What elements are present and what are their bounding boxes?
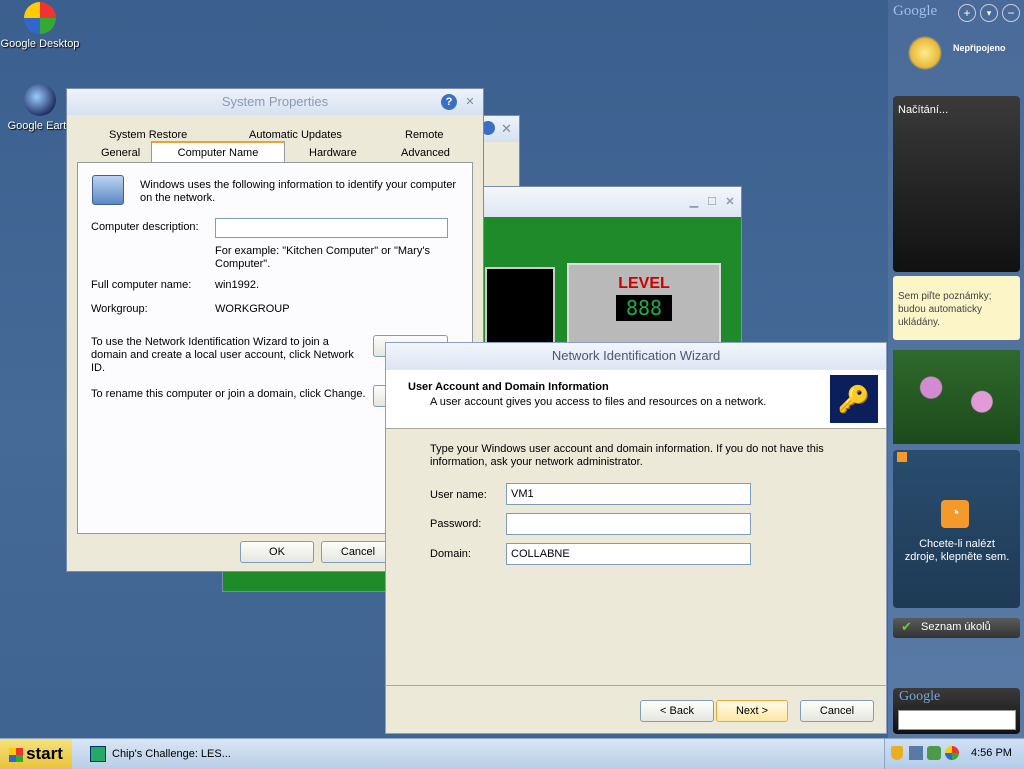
full-computer-name-label: Full computer name:: [91, 279, 192, 291]
close-icon[interactable]: ✕: [722, 194, 738, 210]
loading-text: Načítání...: [898, 104, 949, 116]
minimize-icon[interactable]: ▁: [686, 194, 702, 210]
shield-icon[interactable]: [891, 746, 903, 760]
taskbar-item-chips-challenge[interactable]: Chip's Challenge: LES...: [86, 742, 246, 766]
tab-computer-name[interactable]: Computer Name: [151, 141, 285, 163]
tab-remote[interactable]: Remote: [405, 129, 444, 141]
network-identification-wizard: Network Identification Wizard User Accou…: [385, 342, 887, 734]
tray-app-icon[interactable]: [927, 746, 941, 760]
google-desktop-tray-icon[interactable]: [945, 746, 959, 760]
tab-computer-name-label: Computer Name: [177, 147, 259, 159]
intro-text: Windows uses the following information t…: [140, 179, 457, 204]
back-button[interactable]: < Back: [640, 700, 714, 722]
domain-input[interactable]: COLLABNE: [506, 543, 751, 565]
ok-button[interactable]: OK: [240, 541, 314, 563]
workgroup-value: WORKGROUP: [215, 303, 290, 315]
taskbar: start Chip's Challenge: LES... 4:56 PM: [0, 738, 1024, 769]
photos-gadget[interactable]: [893, 350, 1020, 444]
wizard-header: User Account and Domain Information A us…: [386, 370, 886, 429]
close-icon[interactable]: ✕: [462, 94, 478, 110]
google-desktop-icon: [24, 2, 56, 34]
username-label: User name:: [430, 489, 487, 501]
wizard-divider: [386, 685, 886, 686]
search-gadget: Google: [893, 688, 1020, 734]
tab-automatic-updates[interactable]: Automatic Updates: [249, 129, 342, 141]
feeds-text: Chcete-li nalézt zdroje, klepněte sem.: [904, 538, 1010, 563]
example-text: For example: "Kitchen Computer" or "Mary…: [215, 245, 430, 270]
next-button[interactable]: Next >: [716, 700, 788, 722]
sidebar-brand: Google: [893, 3, 938, 19]
news-gadget[interactable]: Načítání...: [893, 96, 1020, 272]
wizard-title: Network Identification Wizard: [551, 348, 721, 363]
level-display: 888: [616, 295, 672, 321]
close-icon[interactable]: ✕: [501, 116, 512, 142]
dialog-title: System Properties: [221, 94, 329, 109]
computer-description-label: Computer description:: [91, 221, 199, 233]
todo-label: Seznam úkolů: [921, 621, 991, 633]
taskbar-item-label: Chip's Challenge: LES...: [112, 748, 231, 760]
sun-icon: [908, 36, 942, 70]
domain-label: Domain:: [430, 548, 471, 560]
todo-gadget[interactable]: ✔ Seznam úkolů: [893, 618, 1020, 638]
network-icon[interactable]: [909, 746, 923, 760]
system-properties-titlebar[interactable]: System Properties ? ✕: [67, 89, 483, 115]
chips-challenge-icon: [90, 746, 106, 763]
news-feeds-gadget[interactable]: ◔ Chcete-li nalézt zdroje, klepněte sem.: [893, 450, 1020, 608]
add-icon[interactable]: +: [958, 4, 976, 22]
search-input[interactable]: [898, 710, 1016, 730]
level-label: LEVEL: [618, 275, 670, 292]
workgroup-label: Workgroup:: [91, 303, 148, 315]
notes-text: Sem piľte poznámky; budou automaticky uk…: [898, 291, 992, 328]
help-icon[interactable]: ?: [441, 94, 457, 110]
level-panel: LEVEL 888: [567, 263, 721, 351]
computer-icon: [92, 175, 124, 205]
chips-challenge-window: ▁ ☐ ✕ LEVEL 888: [470, 186, 742, 351]
computer-description-input[interactable]: [215, 218, 448, 238]
tab-hardware[interactable]: Hardware: [309, 147, 357, 159]
wizard-header-title: User Account and Domain Information: [408, 381, 609, 393]
system-tray: 4:56 PM: [884, 739, 1024, 769]
network-id-text: To use the Network Identification Wizard…: [91, 336, 354, 374]
sidebar-status: Nepřipojeno: [953, 43, 1006, 53]
start-button[interactable]: start: [0, 739, 72, 769]
wizard-header-subtitle: A user account gives you access to files…: [430, 396, 767, 408]
checkmark-icon: ✔: [901, 619, 912, 634]
cancel-button[interactable]: Cancel: [321, 541, 395, 563]
password-input[interactable]: [506, 513, 751, 535]
cancel-button[interactable]: Cancel: [800, 700, 874, 722]
scratch-pad-gadget[interactable]: Sem piľte poznámky; budou automaticky uk…: [893, 276, 1020, 340]
google-earth-icon: [24, 84, 56, 116]
desktop-icon-google-desktop[interactable]: Google Desktop: [0, 2, 80, 50]
rss-small-icon: [897, 452, 907, 462]
minimize-sidebar-icon[interactable]: −: [1002, 4, 1020, 22]
full-computer-name-value: win1992.: [215, 279, 260, 291]
clock: 4:56 PM: [971, 747, 1012, 759]
wizard-titlebar[interactable]: Network Identification Wizard: [386, 343, 886, 369]
start-label: start: [26, 744, 63, 763]
rename-text: To rename this computer or join a domain…: [91, 388, 366, 400]
menu-icon[interactable]: ▾: [980, 4, 998, 22]
desktop-icon-label: Google Desktop: [0, 38, 80, 50]
game-board[interactable]: [485, 267, 555, 349]
tab-general[interactable]: General: [101, 147, 140, 159]
maximize-icon[interactable]: ☐: [704, 194, 720, 210]
rss-icon: ◔: [941, 500, 969, 528]
wizard-body-text: Type your Windows user account and domai…: [430, 443, 824, 468]
search-brand: Google: [899, 689, 941, 704]
tab-system-restore[interactable]: System Restore: [109, 129, 187, 141]
tab-advanced[interactable]: Advanced: [401, 147, 450, 159]
username-input[interactable]: VM1: [506, 483, 751, 505]
keys-icon: 🔑: [830, 375, 878, 423]
windows-logo-icon: [9, 747, 24, 762]
password-label: Password:: [430, 518, 482, 530]
